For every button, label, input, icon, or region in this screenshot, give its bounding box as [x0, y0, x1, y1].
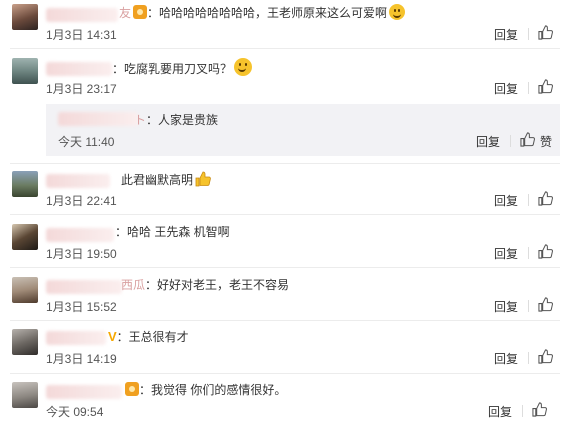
- sub-reply-text: ：人家是贵族: [146, 113, 219, 127]
- divider: [528, 82, 529, 94]
- divider: [10, 214, 560, 215]
- thumbs-up-icon[interactable]: [538, 191, 553, 206]
- username-fragment[interactable]: 西瓜: [121, 278, 145, 292]
- comment-time: 1月3日 19:50: [46, 247, 117, 261]
- thumbs-up-icon[interactable]: [532, 402, 547, 417]
- thumbs-up-icon[interactable]: [538, 349, 553, 364]
- username-blurred[interactable]: [46, 8, 118, 22]
- member-badge-icon: [125, 382, 139, 396]
- like-button-label[interactable]: 赞: [540, 133, 552, 150]
- comment-time: 1月3日 22:41: [46, 194, 117, 208]
- avatar[interactable]: [12, 171, 38, 197]
- comment-time: 1月3日 23:17: [46, 82, 117, 96]
- username-blurred[interactable]: [46, 62, 112, 76]
- thumbs-up-icon[interactable]: [520, 132, 535, 147]
- username-blurred[interactable]: [46, 385, 122, 399]
- reply-button[interactable]: 回复: [494, 245, 518, 262]
- thumbs-up-icon[interactable]: [538, 244, 553, 259]
- divider: [528, 194, 529, 206]
- comment-text: ：好好对老王，老王不容易: [145, 278, 290, 292]
- divider: [528, 247, 529, 259]
- avatar[interactable]: [12, 277, 38, 303]
- divider: [510, 135, 511, 147]
- divider: [10, 267, 560, 268]
- username-blurred[interactable]: [46, 174, 110, 188]
- divider: [10, 320, 560, 321]
- comment-text: 此君幽默高明: [121, 173, 194, 187]
- username-fragment[interactable]: 友: [119, 6, 131, 20]
- avatar[interactable]: [12, 329, 38, 355]
- username-blurred[interactable]: [46, 228, 114, 242]
- reply-button[interactable]: 回复: [476, 133, 500, 150]
- comment-text: ：哈哈 王先森 机智啊: [115, 225, 230, 239]
- comment-time: 1月3日 14:19: [46, 352, 117, 366]
- member-badge-icon: [133, 5, 148, 19]
- smiley-emoji-icon: [234, 58, 253, 76]
- reply-button[interactable]: 回复: [494, 80, 518, 97]
- reply-button[interactable]: 回复: [494, 26, 518, 43]
- divider: [522, 405, 523, 417]
- divider: [10, 163, 560, 164]
- avatar[interactable]: [12, 4, 38, 30]
- divider: [10, 48, 560, 49]
- comment-text: ：哈哈哈哈哈哈哈哈，王老师原来这么可爱啊: [147, 6, 388, 20]
- comment-time: 1月3日 14:31: [46, 28, 117, 42]
- avatar[interactable]: [12, 382, 38, 408]
- divider: [528, 352, 529, 364]
- comment-text: ：吃腐乳要用刀叉吗？: [112, 62, 233, 76]
- reply-button[interactable]: 回复: [494, 350, 518, 367]
- thumbs-up-icon[interactable]: [538, 25, 553, 40]
- username-blurred[interactable]: [46, 280, 122, 294]
- comment-text: ：王总很有才: [116, 330, 189, 344]
- username-fragment[interactable]: ト: [134, 113, 146, 127]
- reply-button[interactable]: 回复: [488, 403, 512, 420]
- divider: [10, 373, 560, 374]
- avatar[interactable]: [12, 58, 38, 84]
- reply-button[interactable]: 回复: [494, 192, 518, 209]
- username-blurred[interactable]: [58, 112, 138, 126]
- sub-reply-time: 今天 11:40: [58, 135, 115, 149]
- comment-time: 今天 09:54: [46, 405, 104, 419]
- thumbs-up-emoji-icon: [195, 171, 211, 187]
- smiley-emoji-icon: [389, 4, 406, 20]
- comment-text: ：我觉得 你们的感情很好。: [139, 383, 287, 397]
- vip-badge-icon: V: [108, 329, 117, 344]
- divider: [528, 300, 529, 312]
- reply-button[interactable]: 回复: [494, 298, 518, 315]
- username-blurred[interactable]: [46, 331, 106, 345]
- avatar[interactable]: [12, 224, 38, 250]
- thumbs-up-icon[interactable]: [538, 297, 553, 312]
- comment-time: 1月3日 15:52: [46, 300, 117, 314]
- divider: [528, 28, 529, 40]
- thumbs-up-icon[interactable]: [538, 79, 553, 94]
